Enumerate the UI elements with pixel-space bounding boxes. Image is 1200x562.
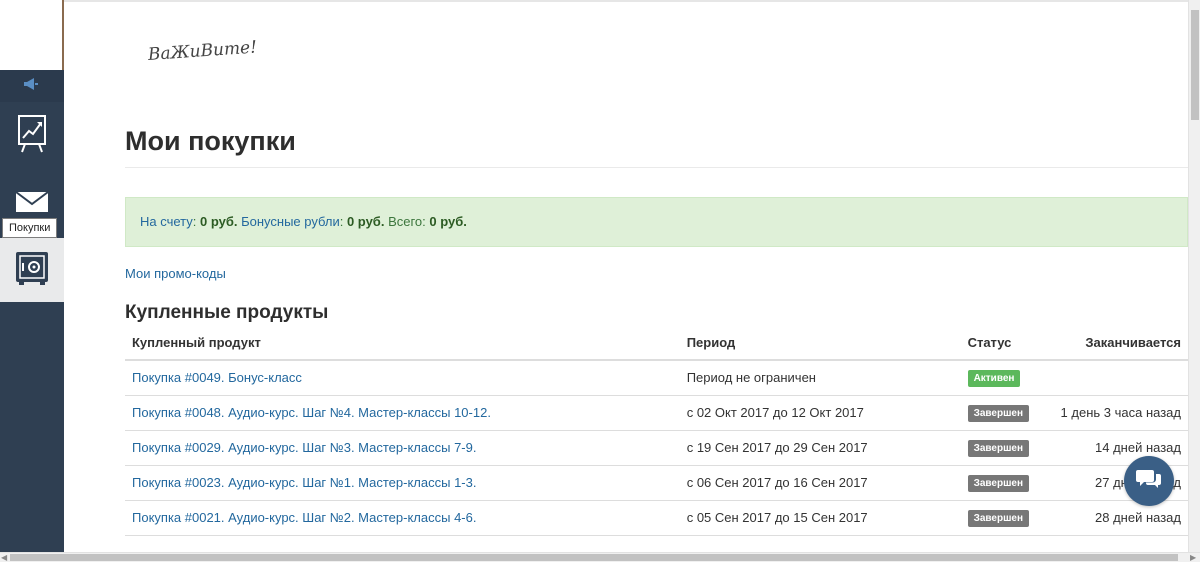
sidebar: Покупки — [0, 0, 64, 552]
bonus-link[interactable]: Бонусные рубли — [241, 214, 340, 229]
title-divider — [125, 167, 1188, 168]
table-row: Покупка #0048. Аудио-курс. Шаг №4. Масте… — [125, 395, 1188, 431]
balance-alert: На счету: 0 руб. Бонусные рубли: 0 руб. … — [125, 197, 1188, 247]
sidebar-tooltip: Покупки — [2, 218, 58, 238]
table-row: Покупка #0023. Аудио-курс. Шаг №1. Масте… — [125, 465, 1188, 501]
page-title: Мои покупки — [125, 126, 296, 156]
table-row: Покупка #0021. Аудио-курс. Шаг №2. Масте… — [125, 500, 1188, 536]
envelope-icon — [15, 190, 49, 219]
ends-cell — [1053, 360, 1188, 396]
sidebar-avatar-area — [0, 0, 64, 70]
column-header-ends: Заканчивается — [1053, 326, 1188, 361]
account-value: 0 руб. — [200, 214, 238, 229]
vertical-scrollbar[interactable] — [1188, 0, 1200, 552]
colon-sep: : — [339, 214, 347, 229]
period-cell: с 06 Сен 2017 до 16 Сен 2017 — [679, 465, 961, 501]
account-link[interactable]: На счету — [140, 214, 193, 229]
chat-button[interactable] — [1124, 456, 1174, 506]
scroll-right-arrow-icon[interactable]: ▶ — [1190, 553, 1196, 562]
ends-cell: 28 дней назад — [1053, 500, 1188, 536]
svg-text:ВаЖиВите!: ВаЖиВите! — [146, 37, 257, 65]
column-header-status: Статус — [960, 326, 1054, 361]
promo-codes-link[interactable]: Мои промо-коды — [125, 266, 226, 281]
status-badge: Активен — [967, 369, 1021, 387]
product-link[interactable]: Покупка #0048. Аудио-курс. Шаг №4. Масте… — [132, 405, 491, 420]
section-title: Купленные продукты — [125, 302, 329, 323]
table-header-row: Купленный продукт Период Статус Заканчив… — [125, 326, 1188, 361]
megaphone-icon — [22, 77, 42, 96]
table-row: Покупка #0049. Бонус-класс Период не огр… — [125, 360, 1188, 396]
product-link[interactable]: Покупка #0021. Аудио-курс. Шаг №2. Масте… — [132, 510, 476, 525]
site-logo[interactable]: ВаЖиВите! — [146, 32, 276, 66]
ends-cell: 14 дней назад — [1053, 430, 1188, 466]
period-cell: с 19 Сен 2017 до 29 Сен 2017 — [679, 430, 961, 466]
sidebar-toggle[interactable] — [0, 70, 64, 102]
product-link[interactable]: Покупка #0049. Бонус-класс — [132, 370, 302, 385]
sidebar-item-statistics[interactable] — [0, 104, 64, 168]
scroll-left-arrow-icon[interactable]: ◀ — [1, 553, 7, 562]
vertical-scroll-thumb[interactable] — [1191, 10, 1199, 120]
bonus-value: 0 руб. — [346, 214, 385, 229]
horizontal-scroll-thumb[interactable] — [10, 554, 1178, 561]
column-header-product: Купленный продукт — [125, 326, 680, 361]
sidebar-item-purchases[interactable] — [0, 238, 64, 302]
table-row: Покупка #0029. Аудио-курс. Шаг №3. Масте… — [125, 430, 1188, 466]
chart-board-icon — [17, 114, 47, 159]
horizontal-scrollbar[interactable]: ◀ ▶ — [0, 552, 1200, 562]
status-badge: Завершен — [967, 439, 1030, 457]
main-content: ВаЖиВите! Мои покупки На счету: 0 руб. Б… — [64, 0, 1188, 552]
ends-cell: 1 день 3 часа назад — [1053, 395, 1188, 431]
total-value: 0 руб. — [429, 214, 467, 229]
total-label: Всего: — [388, 214, 426, 229]
product-link[interactable]: Покупка #0029. Аудио-курс. Шаг №3. Масте… — [132, 440, 476, 455]
status-badge: Завершен — [967, 474, 1030, 492]
status-badge: Завершен — [967, 509, 1030, 527]
period-cell: Период не ограничен — [679, 360, 961, 396]
colon-sep: : — [192, 214, 200, 229]
product-link[interactable]: Покупка #0023. Аудио-курс. Шаг №1. Масте… — [132, 475, 476, 490]
app-frame: Покупки ВаЖиВите! Мои покупки На счету: … — [0, 0, 1200, 562]
status-badge: Завершен — [967, 404, 1030, 422]
column-header-period: Период — [679, 326, 961, 361]
safe-icon — [15, 251, 49, 290]
purchases-table: Купленный продукт Период Статус Заканчив… — [125, 326, 1188, 536]
period-cell: с 02 Окт 2017 до 12 Окт 2017 — [679, 395, 961, 431]
chat-bubbles-icon — [1135, 467, 1163, 496]
period-cell: с 05 Сен 2017 до 15 Сен 2017 — [679, 500, 961, 536]
